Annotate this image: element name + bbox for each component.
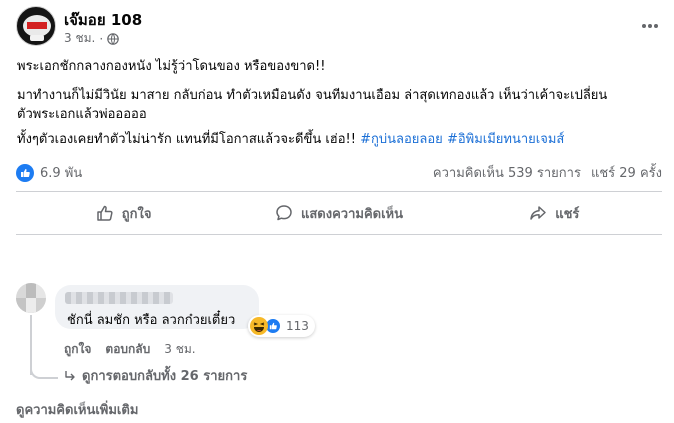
meta-dot: ·	[99, 31, 104, 46]
comment-actions: ถูกใจ ตอบกลับ 3 ชม.	[64, 340, 196, 359]
post-header: เจ๊มอย 108 3 ชม. ·	[16, 6, 666, 48]
view-replies-label: ดูการตอบกลับทั้ง 26 รายการ	[82, 369, 248, 384]
reply-arrow-icon	[65, 370, 75, 380]
post-line: มาทำงานก็ไม่มีวินัย มาสาย กลับก่อน ทำตัว…	[17, 88, 608, 103]
divider	[16, 234, 662, 235]
reaction-count: 6.9 พัน	[40, 166, 83, 181]
view-replies-link[interactable]: ดูการตอบกลับทั้ง 26 รายการ	[64, 365, 247, 386]
comment-reaction-count: 113	[286, 319, 309, 333]
post-line: พระเอกชักกลางกองหนัง ไม่รู้ว่าโดนของ หรื…	[17, 59, 326, 74]
share-count-link[interactable]: แชร์ 29 ครั้ง	[591, 162, 662, 183]
post-meta: 3 ชม. ·	[64, 29, 119, 48]
thread-connector	[30, 365, 58, 379]
hashtag-link[interactable]: #กูบ่นลอยลอย	[360, 132, 443, 147]
share-icon	[530, 206, 546, 220]
globe-icon	[107, 32, 119, 45]
stats-right: ความคิดเห็น 539 รายการ แชร์ 29 ครั้ง	[433, 162, 662, 183]
comment-icon	[276, 205, 292, 221]
comment-count-link[interactable]: ความคิดเห็น 539 รายการ	[433, 162, 581, 183]
page-avatar[interactable]	[16, 6, 56, 46]
comment: ชักนี่ ลมชัก หรือ ลวกก๋วยเตี๋ยว 113 ถูกใ…	[16, 283, 662, 391]
post-action-bar: ถูกใจ แสดงความคิดเห็น แชร์	[16, 197, 662, 229]
divider	[16, 191, 662, 192]
comment-time[interactable]: 3 ชม.	[164, 340, 195, 359]
commenter-name-blurred[interactable]	[65, 292, 173, 304]
post-line-with-hashtags: ทั้งๆตัวเองเคยทำตัวไม่น่ารัก แทนที่มีโอก…	[17, 130, 662, 149]
like-icon	[97, 205, 113, 221]
post-time[interactable]: 3 ชม.	[64, 29, 95, 48]
hashtag-link[interactable]: #อิพิมเมียทนายเจมส์	[447, 132, 564, 147]
reaction-summary[interactable]: 6.9 พัน	[16, 162, 82, 183]
more-comments-link[interactable]: ดูความคิดเห็นเพิ่มเติม	[16, 399, 138, 420]
comment-reactions[interactable]: 113	[248, 315, 315, 337]
post-stats: 6.9 พัน ความคิดเห็น 539 รายการ แชร์ 29 ค…	[16, 161, 662, 183]
post-line: ทั้งๆตัวเองเคยทำตัวไม่น่ารัก แทนที่มีโอก…	[17, 132, 356, 147]
comment-reply-button[interactable]: ตอบกลับ	[105, 340, 150, 359]
post-body: พระเอกชักกลางกองหนัง ไม่รู้ว่าโดนของ หรื…	[17, 57, 662, 149]
post-line: ตัวพระเอกแล้วพ่อออออ	[17, 107, 147, 122]
commenter-avatar[interactable]	[16, 283, 46, 313]
more-options-button[interactable]	[634, 10, 666, 42]
share-button[interactable]: แชร์	[447, 197, 662, 229]
comment-text: ชักนี่ ลมชัก หรือ ลวกก๋วยเตี๋ยว	[67, 313, 236, 328]
comment-bubble: ชักนี่ ลมชัก หรือ ลวกก๋วยเตี๋ยว	[55, 285, 259, 329]
comment-button[interactable]: แสดงความคิดเห็น	[231, 197, 446, 229]
share-label: แชร์	[555, 206, 580, 222]
like-label: ถูกใจ	[121, 206, 152, 222]
haha-icon	[250, 317, 268, 335]
more-icon	[642, 24, 658, 28]
like-icon	[16, 163, 34, 182]
like-button[interactable]: ถูกใจ	[16, 197, 231, 229]
comment-label: แสดงความคิดเห็น	[300, 206, 403, 222]
comment-like-button[interactable]: ถูกใจ	[64, 340, 91, 359]
